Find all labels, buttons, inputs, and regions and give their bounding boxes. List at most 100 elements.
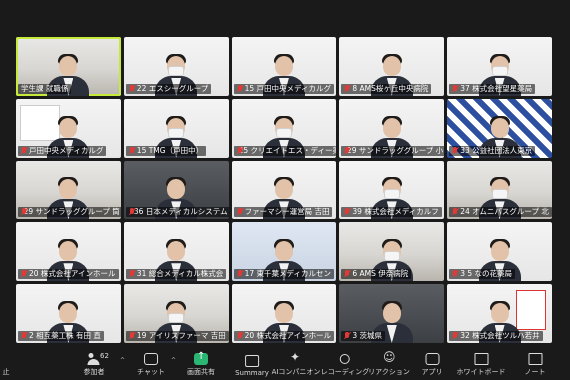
participant-video-tile[interactable]: 29 サンドラッググループ 筒 bbox=[16, 160, 121, 220]
mic-muted-icon bbox=[21, 208, 24, 216]
summary-label: Summary bbox=[235, 369, 269, 377]
reactions-icon bbox=[382, 350, 396, 365]
participant-video-tile[interactable]: 8 AMS桜ヶ丘中央病院 bbox=[339, 37, 445, 96]
whiteboard-icon bbox=[474, 353, 488, 365]
mic-muted-icon bbox=[21, 146, 27, 155]
participants-caret-icon[interactable]: ^ bbox=[120, 357, 125, 364]
participant-name: 22 エスシーグループ bbox=[136, 83, 209, 93]
share-screen-button[interactable]: 画面共有 bbox=[187, 351, 215, 377]
record-button[interactable]: レコーディング bbox=[321, 353, 369, 377]
participant-name: 3 茨城県 bbox=[352, 330, 383, 340]
participant-name: 6 AMS 伊奈病院 bbox=[352, 269, 409, 279]
participant-name-label: 20 株式会社アインホール bbox=[233, 330, 335, 341]
video-gallery: 学生課 就職係 22 エスシーグループ 15 戸田中央メディカルグ 8 AMS桜ヶ丘中… bbox=[16, 37, 552, 343]
participant-name: 31 総合メディカル株式会 bbox=[136, 269, 224, 279]
participant-video-tile[interactable]: 6 AMS 伊奈病院 bbox=[339, 222, 445, 282]
mic-muted-icon bbox=[452, 331, 458, 340]
participant-name: 24 オムニバスグループ 北 bbox=[460, 207, 549, 217]
apps-button[interactable]: アプリ bbox=[422, 353, 443, 377]
participant-video-tile[interactable]: 29 サンドラッググループ 小 bbox=[339, 98, 445, 158]
mic-muted-icon bbox=[452, 146, 458, 155]
ai-companion-button[interactable]: AIコンパニオン bbox=[271, 350, 321, 377]
chat-caret-icon[interactable]: ^ bbox=[171, 357, 176, 364]
notes-icon bbox=[528, 353, 542, 365]
participant-name: 29 サンドラッググループ 筒 bbox=[23, 207, 120, 217]
participant-video-tile[interactable]: 33 公益社団法人東京 bbox=[447, 98, 552, 158]
participant-video-tile[interactable]: 24 オムニバスグループ 北 bbox=[447, 160, 552, 220]
participant-video-tile[interactable]: 31 総合メディカル株式会 bbox=[123, 222, 229, 282]
participant-video-tile[interactable]: 36 日本メディカルシステム bbox=[123, 160, 229, 220]
toolbar-leftcut-label: 止 bbox=[2, 368, 10, 376]
participant-video-tile[interactable]: 15 TMG（戸田中） bbox=[123, 98, 229, 158]
participant-name-label: 学生課 就職係 bbox=[18, 83, 72, 94]
mic-muted-icon bbox=[452, 270, 458, 278]
summary-icon bbox=[244, 355, 259, 367]
participant-name-label: 37 株式会社望星薬局 bbox=[449, 83, 536, 94]
summary-button[interactable]: Summary bbox=[235, 355, 269, 377]
meeting-toolbar: 止 参加者 62 ^ チャット ^ 画面共有 Summary AIコンパニオン … bbox=[0, 348, 570, 380]
chat-button[interactable]: チャット bbox=[137, 353, 165, 377]
mic-muted-icon bbox=[344, 208, 350, 216]
share-screen-icon bbox=[194, 351, 208, 365]
participant-name-label: 36 日本メディカルシステム bbox=[125, 207, 229, 218]
participant-name: 15 戸田中央メディカルグ bbox=[244, 83, 331, 93]
record-icon bbox=[338, 353, 352, 365]
reactions-button[interactable]: リアクション bbox=[368, 350, 410, 377]
participant-name-label: 15 TMG（戸田中） bbox=[125, 145, 207, 156]
participant-video-tile[interactable]: 学生課 就職係 bbox=[16, 37, 121, 96]
participant-name-label: 29 サンドラッググループ 小 bbox=[341, 145, 445, 156]
mic-muted-icon bbox=[452, 208, 458, 216]
participant-video-tile[interactable]: 戸田中央メディカルグ bbox=[16, 98, 121, 158]
toolbar-leftcut[interactable]: 止 bbox=[0, 353, 13, 377]
participant-video-tile[interactable]: 37 株式会社望星薬局 bbox=[447, 37, 552, 96]
apps-label: アプリ bbox=[421, 368, 443, 376]
participant-name-label: 3 茨城県 bbox=[341, 330, 386, 341]
notes-label: ノート bbox=[524, 368, 546, 376]
mic-muted-icon bbox=[344, 270, 350, 278]
participant-name: 2 相互薬工株 有田 直 bbox=[29, 330, 101, 340]
participant-name: 8 AMS桜ヶ丘中央病院 bbox=[352, 83, 429, 93]
participant-video-tile[interactable]: 3 茨城県 bbox=[339, 284, 445, 343]
participant-video-tile[interactable]: 22 エスシーグループ bbox=[123, 37, 229, 96]
participant-name-label: 31 総合メディカル株式会 bbox=[125, 269, 227, 280]
participant-name: 19 アイリスファーマ 吉田 bbox=[136, 330, 226, 340]
participant-name-label: 24 オムニバスグループ 北 bbox=[449, 207, 552, 218]
participant-video-tile[interactable]: 20 株式会社アインホール bbox=[231, 284, 337, 343]
mic-muted-icon bbox=[129, 208, 134, 216]
mic-muted-icon bbox=[452, 84, 458, 93]
participant-name-label: 3 5 なの花薬局 bbox=[449, 269, 515, 280]
participant-name-label: 6 AMS 伊奈病院 bbox=[341, 269, 412, 280]
participant-video-tile[interactable]: 2 相互薬工株 有田 直 bbox=[16, 284, 121, 343]
participant-video-tile[interactable]: 32 株式会社ツルハ若井 bbox=[447, 284, 552, 343]
participant-video-tile[interactable]: 15 戸田中央メディカルグ bbox=[231, 37, 337, 96]
reactions-label: リアクション bbox=[368, 368, 410, 376]
participant-name: 17 東千葉メディカルセン bbox=[244, 269, 331, 279]
ai-companion-label: AIコンパニオン bbox=[271, 368, 321, 376]
mic-muted-icon bbox=[237, 84, 243, 93]
participant-name: 37 株式会社望星薬局 bbox=[460, 83, 533, 93]
participant-video-tile[interactable]: 20 株式会社アインホール bbox=[16, 222, 121, 282]
mic-muted-icon bbox=[237, 331, 243, 340]
participant-video-tile[interactable]: 3 5 なの花薬局 bbox=[447, 222, 552, 282]
participant-name: 32 株式会社ツルハ若井 bbox=[460, 330, 540, 340]
participant-video-tile[interactable]: ファーマシー運営局 吉田 bbox=[231, 160, 337, 220]
participant-name-label: 19 アイリスファーマ 吉田 bbox=[125, 330, 229, 341]
participant-name: 20 株式会社アインホール bbox=[244, 330, 332, 340]
participant-video-tile[interactable]: 17 東千葉メディカルセン bbox=[231, 222, 337, 282]
participant-name-label: 戸田中央メディカルグ bbox=[18, 145, 107, 156]
participant-name-label: 25 クリエイトエス・ディー薬 bbox=[233, 145, 337, 156]
participant-video-tile[interactable]: 19 アイリスファーマ 吉田 bbox=[123, 284, 229, 343]
participant-video-tile[interactable]: 39 株式会社メディカルフ bbox=[339, 160, 445, 220]
whiteboard-button[interactable]: ホワイトボード bbox=[457, 353, 506, 377]
participant-video-tile[interactable]: 25 クリエイトエス・ディー薬 bbox=[231, 98, 337, 158]
participant-name: 29 サンドラッググループ 小 bbox=[346, 145, 444, 155]
mic-muted-icon bbox=[344, 84, 350, 93]
mic-muted-icon bbox=[129, 84, 135, 93]
notes-button[interactable]: ノート bbox=[525, 353, 546, 377]
mic-muted-icon bbox=[344, 331, 350, 340]
chat-icon bbox=[144, 353, 158, 365]
participant-name: 25 クリエイトエス・ディー薬 bbox=[238, 145, 337, 155]
participants-label: 参加者 bbox=[83, 368, 105, 376]
mic-muted-icon bbox=[21, 270, 27, 278]
participant-name: 36 日本メディカルシステム bbox=[133, 207, 228, 217]
